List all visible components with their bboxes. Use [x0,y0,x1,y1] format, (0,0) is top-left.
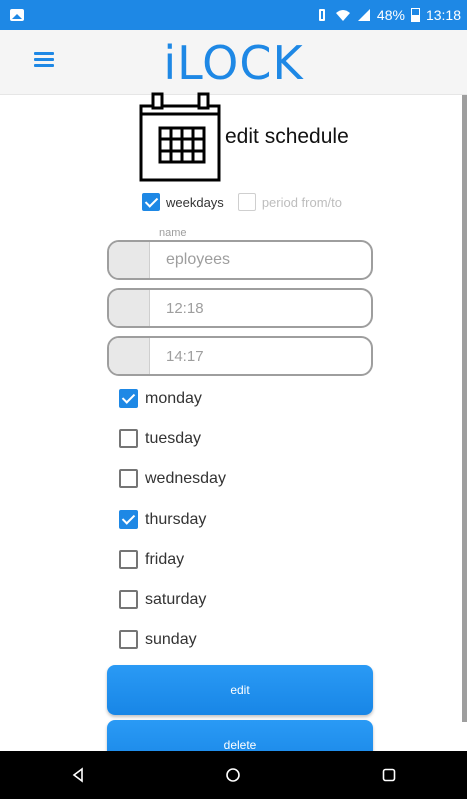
day-label: sunday [145,630,197,648]
page-title: edit schedule [225,125,349,148]
schedule-mode-row: weekdays period from/to [142,193,342,211]
day-label: tuesday [145,429,202,447]
day-tuesday[interactable]: tuesday [119,429,201,448]
nav-home-icon[interactable] [213,755,253,795]
end-time-addon [109,338,150,374]
name-caption: name [159,227,187,239]
system-nav-bar [0,751,467,799]
start-time-field[interactable]: 12:18 [107,288,373,328]
sunday-checkbox[interactable] [119,630,138,649]
day-thursday[interactable]: thursday [119,510,206,529]
period-checkbox[interactable] [237,193,256,211]
image-notification-icon [10,9,24,21]
day-label: wednesday [145,469,226,487]
monday-checkbox[interactable] [119,389,138,408]
name-value: eployees [166,251,231,268]
start-time-addon [109,290,150,326]
calendar-icon [139,92,221,182]
app-bar: iLOCK [0,30,467,95]
start-time-value: 12:18 [166,299,204,317]
vibrate-icon [315,8,329,22]
end-time-field[interactable]: 14:17 [107,336,373,376]
end-time-value: 14:17 [166,347,204,365]
friday-checkbox[interactable] [119,550,138,569]
edit-button[interactable]: edit [107,665,373,715]
day-label: thursday [145,510,207,528]
day-wednesday[interactable]: wednesday [119,469,226,488]
day-sunday[interactable]: sunday [119,630,197,649]
day-label: friday [145,550,185,568]
name-field[interactable]: eployees [107,240,373,280]
signal-icon [357,9,370,21]
day-label: monday [145,389,202,407]
period-label: period from/to [261,194,343,210]
battery-percent: 48% [376,7,405,23]
saturday-checkbox[interactable] [119,590,138,609]
day-saturday[interactable]: saturday [119,590,206,609]
nav-recents-icon[interactable] [369,755,409,795]
scroll-indicator[interactable] [462,95,467,722]
battery-icon [410,8,420,22]
day-label: saturday [145,590,207,608]
weekdays-checkbox[interactable] [142,193,160,211]
tuesday-checkbox[interactable] [119,429,138,448]
nav-back-icon[interactable] [58,755,98,795]
day-monday[interactable]: monday [119,389,202,408]
thursday-checkbox[interactable] [119,510,138,529]
weekdays-label: weekdays [166,194,224,210]
day-friday[interactable]: friday [119,550,184,569]
wifi-icon [335,10,350,21]
wednesday-checkbox[interactable] [119,469,138,488]
clock: 13:18 [425,7,461,23]
status-bar: 48% 13:18 [0,0,467,30]
app-title: iLOCK [163,36,304,90]
name-field-addon [109,242,150,278]
